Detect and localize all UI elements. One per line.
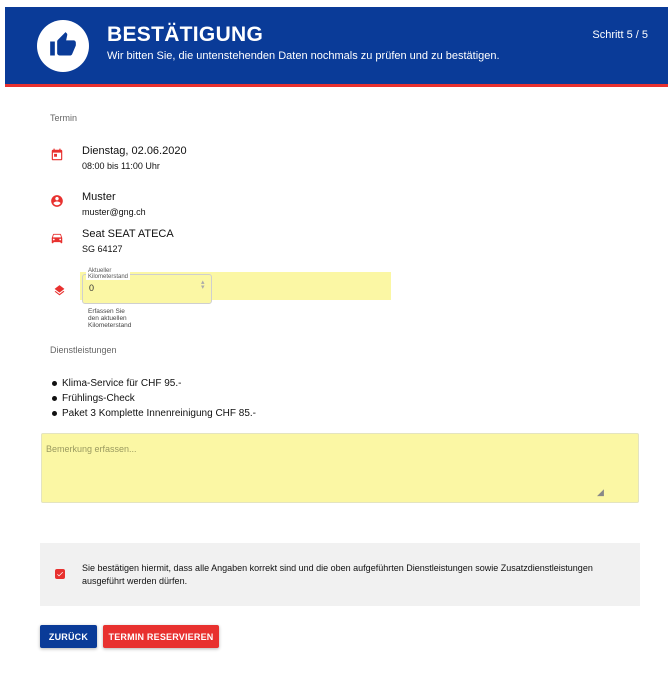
remark-textarea[interactable] bbox=[41, 433, 639, 503]
vehicle-plate: SG 64127 bbox=[82, 244, 123, 254]
page-title: BESTÄTIGUNG bbox=[107, 23, 264, 46]
services-list: Klima-Service für CHF 95.- Frühlings-Che… bbox=[52, 376, 256, 421]
list-item: Klima-Service für CHF 95.- bbox=[52, 376, 256, 391]
calendar-icon bbox=[50, 148, 66, 164]
mileage-value[interactable]: 0 bbox=[89, 283, 94, 293]
check-icon bbox=[57, 571, 63, 577]
step-indicator: Schritt 5 / 5 bbox=[592, 29, 648, 41]
reserve-button[interactable]: TERMIN RESERVIEREN bbox=[103, 625, 219, 648]
section-label-termin: Termin bbox=[50, 113, 78, 123]
list-item: Frühlings-Check bbox=[52, 391, 256, 406]
appointment-time: 08:00 bis 11:00 Uhr bbox=[82, 161, 160, 171]
mileage-hint: Erfassen Sie den aktuellen Kilometerstan… bbox=[88, 308, 132, 329]
thumbs-up-icon bbox=[37, 20, 89, 72]
customer-name: Muster bbox=[82, 191, 116, 203]
user-circle-icon bbox=[50, 194, 66, 210]
confirm-checkbox[interactable] bbox=[55, 569, 65, 579]
list-item: Paket 3 Komplette Innenreinigung CHF 85.… bbox=[52, 406, 256, 421]
mileage-stepper[interactable]: ▴ ▾ bbox=[201, 279, 205, 291]
layers-icon bbox=[53, 284, 66, 302]
car-icon bbox=[50, 231, 66, 247]
customer-email: muster@gng.ch bbox=[82, 207, 146, 217]
confirmation-panel: Sie bestätigen hiermit, dass alle Angabe… bbox=[40, 543, 640, 606]
vehicle-model: Seat SEAT ATECA bbox=[82, 228, 174, 240]
section-label-services: Dienstleistungen bbox=[50, 345, 117, 355]
appointment-date: Dienstag, 02.06.2020 bbox=[82, 145, 187, 157]
header-bar: BESTÄTIGUNG Wir bitten Sie, die untenste… bbox=[5, 7, 668, 87]
resize-handle[interactable]: ◢ bbox=[597, 487, 604, 498]
page-subtitle: Wir bitten Sie, die untenstehenden Daten… bbox=[107, 50, 500, 62]
back-button[interactable]: ZURÜCK bbox=[40, 625, 97, 648]
mileage-label: Aktueller Kilometerstand bbox=[86, 268, 131, 280]
confirm-text: Sie bestätigen hiermit, dass alle Angabe… bbox=[82, 563, 593, 586]
